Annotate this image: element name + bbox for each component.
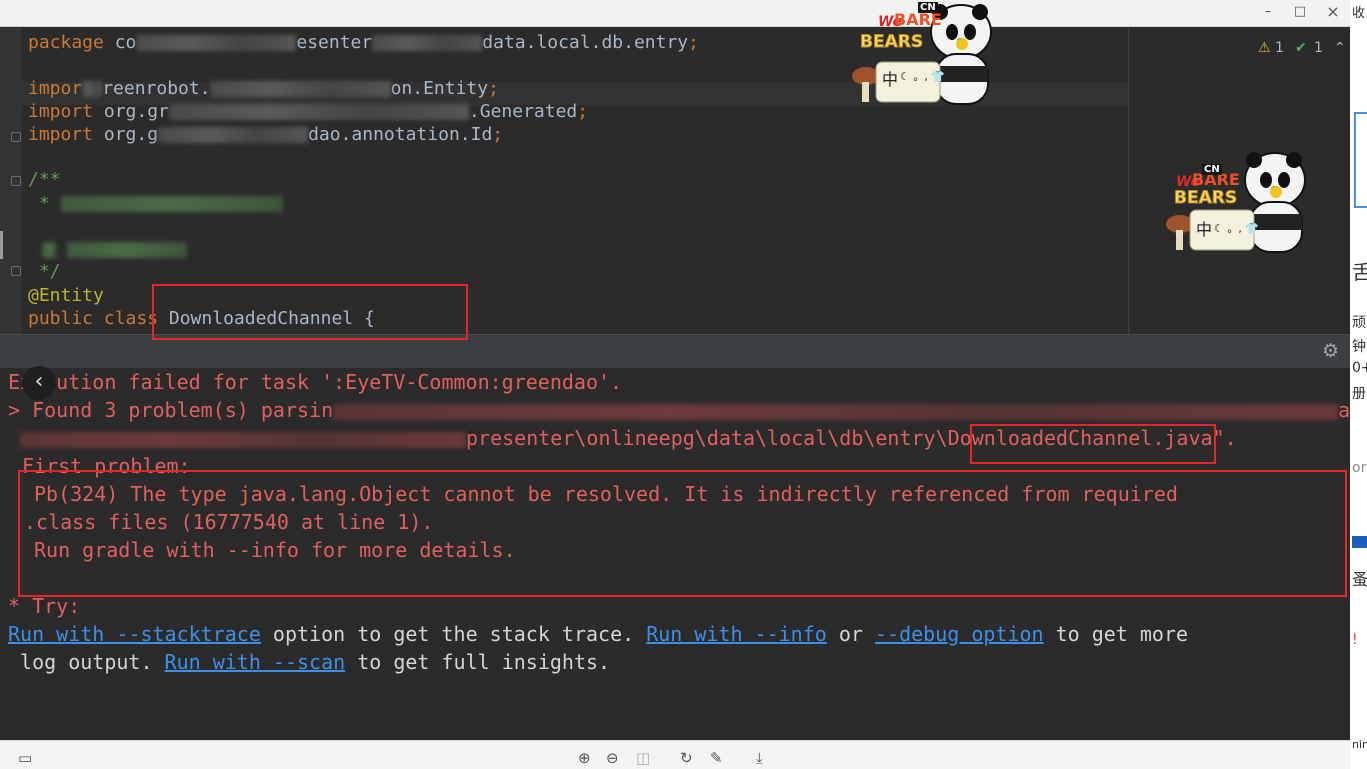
monitor-icon[interactable]: ▭ bbox=[18, 749, 32, 767]
strip-char-1: 舌 bbox=[1352, 260, 1367, 284]
sticker-sign-text: 中 bbox=[1196, 220, 1213, 239]
code-line-doc-close: */ bbox=[28, 261, 61, 282]
warning-count: 1 bbox=[1275, 40, 1284, 56]
download-icon[interactable]: ⤓ bbox=[756, 749, 763, 767]
strip-char-4: 0+ bbox=[1352, 360, 1367, 376]
console-line-failed: Execution failed for task ':EyeTV-Common… bbox=[8, 370, 623, 394]
strip-char-2: 顽 bbox=[1352, 315, 1366, 331]
sticker-sign-text: 中 bbox=[882, 70, 899, 89]
console-line-found: > Found 3 problem(s) parsinain bbox=[8, 398, 1350, 422]
sticker-cn-badge: CN bbox=[918, 2, 938, 13]
minimize-button[interactable]: – bbox=[1258, 4, 1278, 19]
highlight-class-name bbox=[152, 284, 468, 340]
editor-gutter bbox=[0, 28, 22, 334]
close-button[interactable]: × bbox=[1323, 2, 1343, 21]
sticker-sign-icons: ☾ 。, 👕 bbox=[1214, 222, 1260, 235]
maximize-button[interactable]: □ bbox=[1290, 4, 1310, 19]
sticker-cn-badge: CN bbox=[1202, 164, 1222, 175]
highlight-problem bbox=[18, 470, 1347, 597]
code-line-doc-1: * bbox=[28, 192, 283, 215]
highlight-file-name bbox=[970, 424, 1216, 464]
settings-gear-icon[interactable]: ⚙ bbox=[1322, 340, 1339, 362]
background-window-strip: 收 舌 顽 钟 0+ 册 or 蚤 ! nin bbox=[1350, 0, 1367, 769]
rotate-icon[interactable]: ↻ bbox=[680, 749, 693, 767]
sticker-brand-3: BEARS bbox=[859, 32, 924, 53]
code-line-doc-2 bbox=[28, 238, 187, 261]
info-link[interactable]: Run with --info bbox=[646, 622, 827, 646]
code-line-import-2: import org.gr .Generated; bbox=[28, 101, 589, 122]
strip-char-8: ! bbox=[1352, 632, 1358, 648]
bear-sticker: We BARE BEARS CN 中 ☾ 。, 👕 bbox=[848, 2, 998, 112]
fold-marker-icon[interactable] bbox=[11, 132, 21, 142]
strip-char-7: 蚤 bbox=[1352, 570, 1367, 589]
change-marker bbox=[0, 231, 3, 259]
strip-text-top: 收 bbox=[1352, 6, 1366, 21]
fit-icon[interactable]: ◫ bbox=[636, 749, 650, 767]
sticker-brand-3: BEARS bbox=[1173, 188, 1238, 209]
zoom-in-icon[interactable]: ⊕ bbox=[578, 749, 591, 767]
bottom-toolbar: ▭ ⊕ ⊖ ◫ ↻ ✎ ⤓ bbox=[0, 740, 1350, 769]
strip-char-6: or bbox=[1352, 460, 1367, 476]
fold-marker-icon[interactable] bbox=[11, 266, 21, 276]
strip-frame bbox=[1354, 112, 1367, 208]
chevron-up-icon[interactable]: ⌃ bbox=[1334, 40, 1346, 56]
edit-pencil-icon[interactable]: ✎ bbox=[710, 749, 723, 767]
code-line-doc-open: /** bbox=[28, 169, 61, 190]
strip-char-9: nin bbox=[1352, 738, 1367, 751]
strip-bar bbox=[1352, 536, 1367, 548]
strip-char-5: 册 bbox=[1352, 386, 1366, 402]
code-line-import-3: import org.g dao.annotation.Id; bbox=[28, 124, 504, 145]
stacktrace-link[interactable]: Run with --stacktrace bbox=[8, 622, 261, 646]
check-count: 1 bbox=[1314, 40, 1323, 56]
title-bar: – □ × bbox=[0, 0, 1350, 27]
right-margin-guide bbox=[1128, 28, 1129, 334]
code-line-annotation: @Entity bbox=[28, 285, 104, 306]
code-line-import-1: impor reenrobot. on.Entity; bbox=[28, 78, 499, 99]
zoom-out-icon[interactable]: ⊖ bbox=[606, 749, 619, 767]
strip-char-3: 钟 bbox=[1352, 339, 1366, 355]
console-line-try-options: Run with --stacktrace option to get the … bbox=[8, 622, 1189, 646]
sticker-sign-icons: ☾ 。, 👕 bbox=[900, 70, 946, 83]
bear-sticker: We BARE BEARS CN 中 ☾ 。, 👕 bbox=[1162, 150, 1312, 260]
scan-link[interactable]: Run with --scan bbox=[165, 650, 346, 674]
code-line-package: package co esenter data.local.db.entry; bbox=[28, 32, 699, 53]
fold-marker-icon[interactable] bbox=[11, 176, 21, 186]
back-arrow-icon[interactable]: ‹ bbox=[22, 366, 56, 400]
warning-icon[interactable]: ⚠ bbox=[1258, 40, 1271, 56]
console-line-try-scan: log output. Run with --scan to get full … bbox=[8, 650, 611, 674]
check-icon[interactable]: ✔ bbox=[1295, 40, 1307, 56]
debug-link[interactable]: --debug option bbox=[875, 622, 1044, 646]
